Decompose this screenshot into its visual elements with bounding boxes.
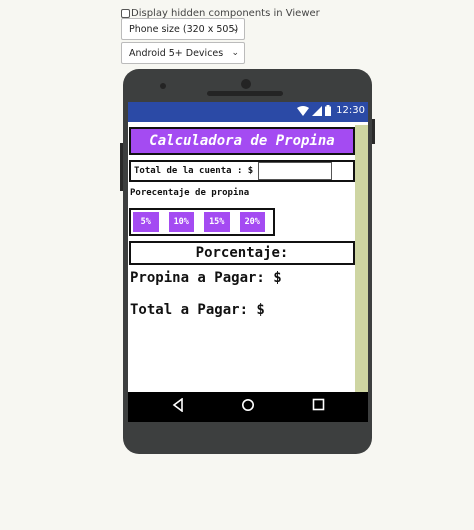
phone-side-button-right [372, 119, 375, 144]
battery-icon [325, 105, 332, 116]
app-title: Calculadora de Propina [149, 133, 335, 149]
cuenta-row: Total de la cuenta : $ [129, 160, 355, 182]
chevron-down-icon: ⌄ [231, 24, 239, 34]
device-select[interactable]: Android 5+ Devices ⌄ [121, 42, 245, 64]
display-hidden-checkbox[interactable] [121, 8, 130, 18]
wifi-icon [297, 105, 310, 116]
phone-size-select[interactable]: Phone size (320 x 505) ⌄ [121, 18, 245, 40]
porcentaje-propina-label: Porecentaje de propina [130, 188, 250, 198]
phone-screen: 12:30 Calculadora de Propina Total de la… [128, 102, 368, 392]
percent-15-button[interactable]: 15% [204, 212, 230, 232]
right-panel [355, 125, 368, 392]
phone-sensor [160, 83, 166, 89]
percent-10-button[interactable]: 10% [168, 212, 194, 232]
percent-20-button[interactable]: 20% [239, 212, 265, 232]
percent-button-group: 5% 10% 15% 20% [129, 208, 275, 236]
app-title-bar: Calculadora de Propina [129, 127, 355, 155]
phone-frame: 12:30 Calculadora de Propina Total de la… [120, 69, 375, 454]
propina-result: Propina a Pagar: $ [130, 270, 282, 286]
phone-camera [241, 79, 251, 89]
porcentaje-display: Porcentaje: [129, 241, 355, 265]
status-bar: 12:30 [128, 102, 368, 122]
total-result: Total a Pagar: $ [130, 302, 265, 318]
phone-speaker [207, 91, 283, 96]
nav-bar [128, 392, 368, 422]
phone-size-value: Phone size (320 x 505) [129, 23, 239, 35]
chevron-down-icon: ⌄ [231, 48, 239, 58]
phone-side-button-left [120, 143, 123, 191]
recent-apps-icon[interactable] [312, 398, 325, 411]
percent-5-button[interactable]: 5% [133, 212, 159, 232]
cuenta-label: Total de la cuenta : $ [134, 166, 254, 176]
porcentaje-display-text: Porcentaje: [195, 245, 289, 261]
cuenta-input[interactable] [258, 162, 333, 180]
home-icon[interactable] [241, 398, 255, 412]
back-icon[interactable] [172, 398, 184, 412]
viewer-controls: Display hidden components in Viewer Phon… [121, 6, 320, 64]
device-value: Android 5+ Devices [129, 47, 224, 59]
signal-icon [312, 105, 323, 116]
status-time: 12:30 [336, 105, 365, 116]
display-hidden-label: Display hidden components in Viewer [131, 7, 320, 19]
